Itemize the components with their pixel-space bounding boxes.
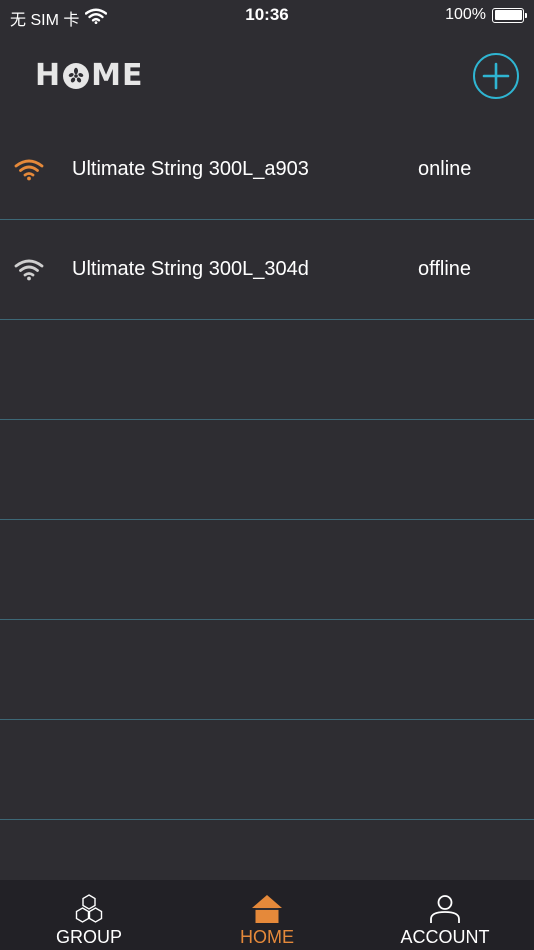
tab-label: HOME: [240, 927, 294, 947]
empty-row: [0, 520, 534, 620]
wifi-icon: [14, 158, 44, 182]
tab-label: ACCOUNT: [400, 927, 490, 947]
tab-account[interactable]: ACCOUNT: [356, 880, 534, 950]
battery-percent: 100%: [445, 6, 486, 23]
empty-row: [0, 720, 534, 820]
status-right: 100%: [445, 6, 527, 24]
app-logo: H ME: [35, 58, 143, 93]
home-icon: [250, 894, 284, 924]
tab-bar: GROUP HOME ACCOUNT: [0, 880, 534, 950]
empty-row: [0, 420, 534, 520]
device-row[interactable]: Ultimate String 300L_a903 online: [0, 120, 534, 220]
tab-home[interactable]: HOME: [178, 880, 356, 950]
group-hexagon-icon: [72, 894, 106, 924]
tab-label: GROUP: [55, 927, 122, 947]
screen: 无 SIM 卡 10:36 100% H ME Ultimate String …: [0, 0, 534, 950]
empty-row: [0, 620, 534, 720]
header: H ME: [0, 44, 534, 114]
device-status: online: [418, 158, 472, 180]
logo-text-right: ME: [91, 58, 144, 93]
user-icon: [428, 894, 462, 924]
logo-emblem-icon: [63, 62, 90, 89]
device-row[interactable]: Ultimate String 300L_304d offline: [0, 220, 534, 320]
device-status: offline: [418, 258, 472, 280]
device-name: Ultimate String 300L_304d: [72, 258, 309, 280]
plus-icon: [482, 62, 510, 90]
tab-group[interactable]: GROUP: [0, 880, 178, 950]
add-device-button[interactable]: [473, 53, 519, 99]
battery-fill: [494, 10, 522, 20]
status-bar: 无 SIM 卡 10:36 100%: [0, 0, 534, 30]
device-name: Ultimate String 300L_a903: [72, 158, 309, 180]
empty-row: [0, 320, 534, 420]
logo-text-left: H: [35, 58, 62, 93]
battery-icon: [492, 7, 527, 23]
device-list: Ultimate String 300L_a903 online Ultimat…: [0, 120, 534, 820]
wifi-icon: [14, 258, 44, 282]
